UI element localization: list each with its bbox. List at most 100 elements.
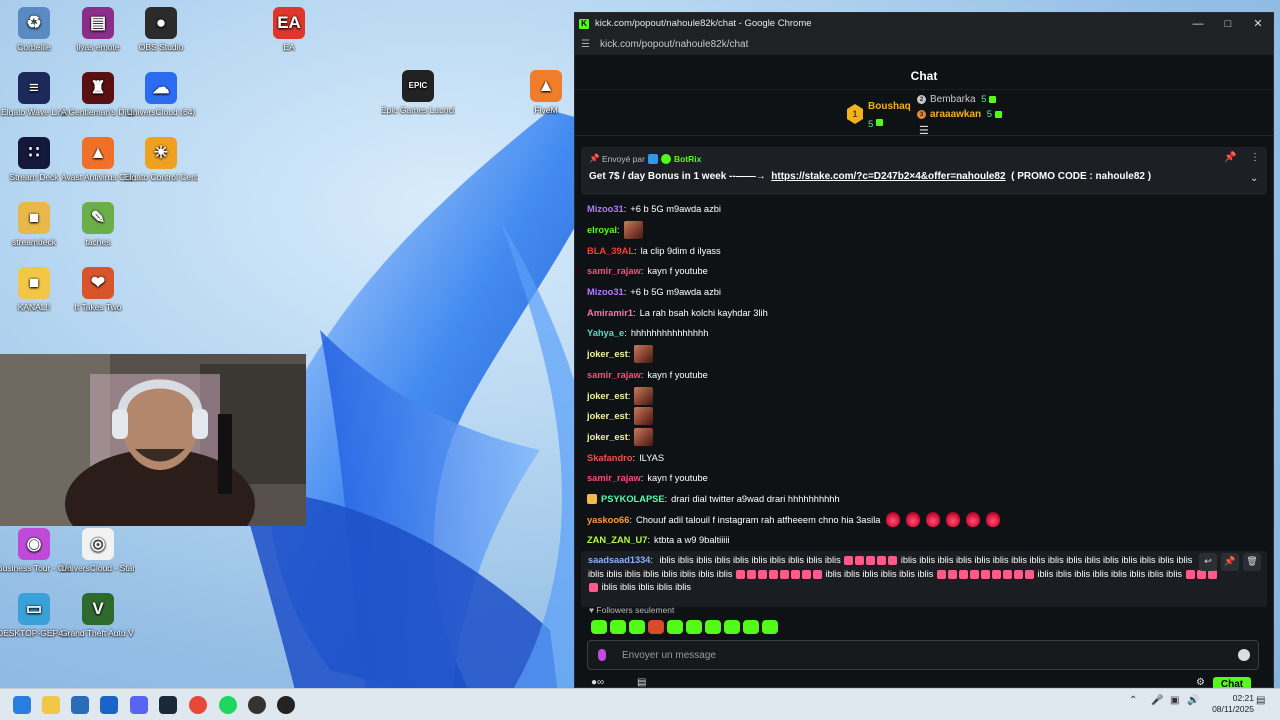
chat-message[interactable]: Amiramir1: La rah bsah kolchi kayhdar 3li… bbox=[587, 302, 1267, 323]
chat-message[interactable]: Yahya_e: hhhhhhhhhhhhhhh bbox=[587, 323, 1267, 344]
volume-icon[interactable]: 🔊 bbox=[1187, 695, 1199, 706]
chat-message[interactable]: elroyal: bbox=[587, 220, 1267, 241]
pinned-sent-by: Envoyé par bbox=[601, 153, 645, 164]
chat-message[interactable]: PSYKOLAPSE: drari dial twitter a9wad drar… bbox=[587, 489, 1267, 510]
desktop-icon[interactable]: EPIC Epic Games Launcher bbox=[381, 70, 455, 115]
pin-message-icon[interactable]: 📌 bbox=[1221, 553, 1239, 571]
window-titlebar[interactable]: K kick.com/popout/nahoule82k/chat - Goog… bbox=[575, 13, 1273, 34]
chat-username[interactable]: samir_rajaw bbox=[587, 266, 641, 276]
emote-button[interactable] bbox=[705, 620, 721, 634]
pinned-link[interactable]: https://stake.com/?c=D247b2×4&offer=naho… bbox=[771, 171, 1005, 182]
microphone-icon[interactable]: 🎤 bbox=[1151, 695, 1163, 706]
chat-message[interactable]: samir_rajaw: kayn f youtube bbox=[587, 468, 1267, 489]
chat-message[interactable]: ZAN_ZAN_U7: ktbta a w9 9baltiiiii bbox=[587, 530, 1267, 551]
chat-message[interactable]: joker_est: bbox=[587, 344, 1267, 365]
chat-username[interactable]: samir_rajaw bbox=[587, 473, 641, 483]
emote-button[interactable] bbox=[591, 620, 607, 634]
chat-message[interactable]: joker_est: bbox=[587, 427, 1267, 448]
reply-icon[interactable]: ↩ bbox=[1199, 553, 1217, 571]
chat-message-input[interactable] bbox=[622, 649, 1238, 661]
store-icon[interactable] bbox=[71, 696, 89, 714]
leaderboard-third[interactable]: 3 araaawkan 5 bbox=[917, 109, 1003, 120]
desktop-icon[interactable]: ☀ Elgato Control Center bbox=[124, 137, 198, 182]
address-bar[interactable]: ☰ kick.com/popout/nahoule82k/chat bbox=[575, 34, 1273, 56]
mic-icon[interactable] bbox=[598, 649, 606, 661]
chat-message[interactable]: joker_est: bbox=[587, 385, 1267, 406]
gift-leaderboard: 1 Boushaq 5 2 Bembarka 5 3 araaawkan 5 ☰ bbox=[575, 90, 1273, 137]
emote-button[interactable] bbox=[610, 620, 626, 634]
chat-message[interactable]: BLA_39AL: la clip 9dim d ilyass bbox=[587, 240, 1267, 261]
chat-username[interactable]: Mizoo31 bbox=[587, 204, 624, 214]
chat-message[interactable]: Mizoo31: +6 b 5G m9awda azbi bbox=[587, 199, 1267, 220]
chat-username[interactable]: joker_est bbox=[587, 432, 628, 442]
chevron-down-icon[interactable]: ⌄ bbox=[1250, 173, 1258, 184]
emote-button[interactable] bbox=[743, 620, 759, 634]
emote-button[interactable] bbox=[629, 620, 645, 634]
desktop-icon[interactable]: ▲ FiveM bbox=[509, 70, 583, 115]
chat-message[interactable]: samir_rajaw: kayn f youtube bbox=[587, 261, 1267, 282]
delete-icon[interactable]: 🗑 bbox=[1243, 553, 1261, 571]
file-explorer-icon[interactable] bbox=[42, 696, 60, 714]
emote-button[interactable] bbox=[667, 620, 683, 634]
desktop-icon[interactable]: EA EA bbox=[252, 7, 326, 52]
gear-icon[interactable]: ⚙ bbox=[1196, 677, 1205, 688]
desktop-icon[interactable]: ☁ UniversCloud (64) bbox=[124, 72, 198, 117]
steam-icon[interactable] bbox=[159, 696, 177, 714]
outlook-icon[interactable] bbox=[100, 696, 118, 714]
chat-username[interactable]: BLA_39AL bbox=[587, 246, 634, 256]
chat-message-highlighted[interactable]: ↩ 📌 🗑 saadsaad1334: iblis iblis iblis ib… bbox=[581, 551, 1267, 607]
chat-username[interactable]: joker_est bbox=[587, 391, 628, 401]
chat-username[interactable]: Skafandro bbox=[587, 453, 632, 463]
desktop-icon[interactable]: ● OBS Studio bbox=[124, 7, 198, 52]
chat-message[interactable]: samir_rajaw: kayn f youtube bbox=[587, 365, 1267, 386]
more-options-icon[interactable]: ⋮ bbox=[1250, 152, 1260, 163]
emoji-picker-icon[interactable] bbox=[1238, 649, 1250, 661]
leaderboard-second[interactable]: 2 Bembarka 5 bbox=[917, 94, 997, 105]
chat-username[interactable]: saadsaad1334 bbox=[588, 555, 650, 565]
chevron-up-icon[interactable]: ⌃ bbox=[1129, 695, 1137, 706]
chat-username[interactable]: Amiramir1 bbox=[587, 308, 633, 318]
close-button[interactable]: ✕ bbox=[1243, 13, 1273, 34]
emote-button[interactable] bbox=[686, 620, 702, 634]
leaderboard-expand-icon[interactable]: ☰ bbox=[919, 124, 929, 137]
users-icon[interactable]: ●∞ bbox=[591, 677, 604, 688]
desktop-icon[interactable]: V Grand Theft Auto V Version origin... bbox=[61, 593, 135, 638]
unpin-icon[interactable]: 📌 bbox=[1224, 152, 1236, 163]
gift-icon[interactable]: ▤ bbox=[637, 677, 646, 688]
obs-icon[interactable] bbox=[248, 696, 266, 714]
spotify-icon[interactable] bbox=[219, 696, 237, 714]
chat-username[interactable]: elroyal bbox=[587, 225, 617, 235]
desktop-icon[interactable]: ❤ It Takes Two bbox=[61, 267, 135, 312]
chat-username[interactable]: samir_rajaw bbox=[587, 370, 641, 380]
chat-message[interactable]: Mizoo31: +6 b 5G m9awda azbi bbox=[587, 282, 1267, 303]
app-icon[interactable] bbox=[277, 696, 295, 714]
chat-message[interactable]: joker_est: bbox=[587, 406, 1267, 427]
desktop-icon[interactable]: ✎ taches bbox=[61, 202, 135, 247]
emote-button[interactable] bbox=[724, 620, 740, 634]
emote-button[interactable] bbox=[762, 620, 778, 634]
chat-username[interactable]: yaskoo66 bbox=[587, 515, 629, 525]
pinned-bot-name[interactable]: BotRix bbox=[674, 154, 701, 164]
network-icon[interactable]: ▣ bbox=[1170, 695, 1179, 706]
desktop-icon-label: It Takes Two bbox=[74, 302, 122, 312]
minimize-button[interactable]: — bbox=[1183, 13, 1213, 34]
chat-username[interactable]: Yahya_e bbox=[587, 328, 624, 338]
chat-username[interactable]: joker_est bbox=[587, 349, 628, 359]
chat-message[interactable]: Skafandro: ILYAS bbox=[587, 447, 1267, 468]
chat-username[interactable]: PSYKOLAPSE bbox=[601, 494, 665, 504]
notification-bell-icon[interactable]: ▤ bbox=[1256, 695, 1265, 706]
chrome-icon[interactable] bbox=[189, 696, 207, 714]
chat-username[interactable]: Mizoo31 bbox=[587, 287, 624, 297]
chat-input-box[interactable] bbox=[587, 640, 1259, 670]
site-settings-icon[interactable]: ☰ bbox=[581, 39, 590, 50]
chat-username[interactable]: ZAN_ZAN_U7 bbox=[587, 535, 647, 545]
windows-start-icon[interactable] bbox=[13, 696, 31, 714]
maximize-button[interactable]: □ bbox=[1213, 13, 1243, 34]
chat-message[interactable]: yaskoo66: Chouuf adil talouil f instagram… bbox=[587, 509, 1267, 530]
chat-username[interactable]: joker_est bbox=[587, 411, 628, 421]
system-clock[interactable]: 02:21 08/11/2025 bbox=[1212, 693, 1254, 715]
emote-button[interactable] bbox=[648, 620, 664, 634]
discord-icon[interactable] bbox=[130, 696, 148, 714]
leaderboard-first[interactable]: 1 Boushaq 5 bbox=[847, 96, 911, 132]
desktop-icon[interactable]: ◎ UniversCloud - Start the clo... bbox=[61, 528, 135, 573]
